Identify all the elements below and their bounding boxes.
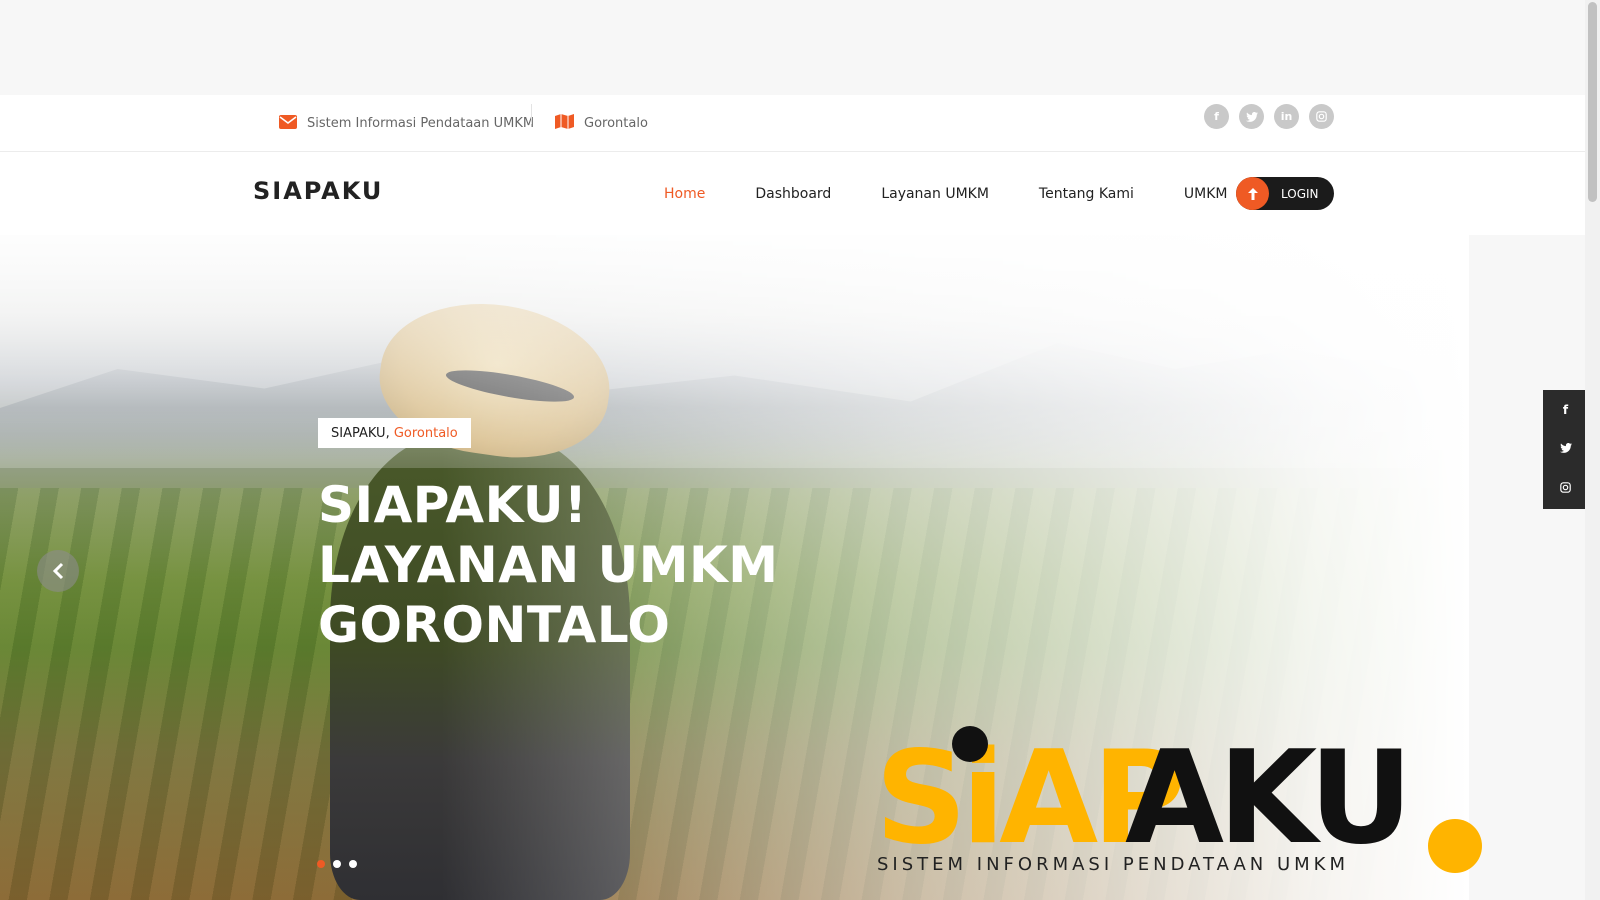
- hero-tag-accent: Gorontalo: [393, 425, 458, 441]
- facebook-icon[interactable]: f: [1563, 403, 1568, 417]
- linkedin-icon[interactable]: in: [1274, 104, 1299, 129]
- page-scrollbar[interactable]: [1585, 0, 1600, 900]
- location-info: Gorontalo: [555, 95, 648, 152]
- slider-dot[interactable]: [317, 860, 325, 868]
- top-banner-area: [0, 0, 1585, 95]
- slider-prev-button[interactable]: [37, 550, 79, 592]
- facebook-icon[interactable]: f: [1204, 104, 1229, 129]
- nav-home[interactable]: Home: [664, 186, 705, 202]
- slider-dot[interactable]: [333, 860, 341, 868]
- hero-sky-overlay: [0, 235, 1469, 468]
- slider-dots: [317, 860, 357, 868]
- main-navbar: SIAPAKU Home Dashboard Layanan UMKM Tent…: [0, 152, 1585, 235]
- site-brand[interactable]: SIAPAKU: [253, 177, 383, 205]
- siapaku-logo: SiAP AKU SISTEM INFORMASI PENDATAAN UMKM: [875, 720, 1485, 880]
- chevron-left-icon: [52, 562, 64, 580]
- instagram-icon[interactable]: [1560, 482, 1571, 496]
- map-icon: [555, 114, 574, 133]
- arrow-up-icon: [1236, 177, 1269, 210]
- envelope-icon: [279, 114, 297, 133]
- top-info-bar: Sistem Informasi Pendataan UMKM Gorontal…: [0, 95, 1585, 152]
- hero-headline-line3: GORONTALO: [318, 596, 671, 654]
- divider: [531, 104, 532, 124]
- email-info: Sistem Informasi Pendataan UMKM: [279, 95, 534, 152]
- scrollbar-thumb[interactable]: [1588, 2, 1597, 202]
- hero-headline-line1: SIAPAKU!: [318, 476, 588, 534]
- slider-dot[interactable]: [349, 860, 357, 868]
- nav-tentang-kami[interactable]: Tentang Kami: [1039, 186, 1134, 202]
- nav-layanan-umkm[interactable]: Layanan UMKM: [881, 186, 989, 202]
- top-social-links: f in: [1204, 104, 1334, 129]
- nav-dashboard[interactable]: Dashboard: [755, 186, 831, 202]
- side-social-bar: f: [1543, 390, 1588, 509]
- hero-tag: SIAPAKU, Gorontalo: [318, 418, 471, 448]
- hero-tag-prefix: SIAPAKU,: [331, 425, 390, 441]
- twitter-icon[interactable]: [1559, 442, 1572, 456]
- svg-text:AKU: AKU: [1125, 724, 1407, 873]
- instagram-icon[interactable]: [1309, 104, 1334, 129]
- main-menu: Home Dashboard Layanan UMKM Tentang Kami…: [664, 152, 1228, 235]
- hero-headline: SIAPAKU! LAYANAN UMKM GORONTALO: [318, 475, 779, 655]
- location-info-text: Gorontalo: [584, 116, 648, 131]
- hero-headline-line2: LAYANAN UMKM: [318, 536, 779, 594]
- logo-subtitle: SISTEM INFORMASI PENDATAAN UMKM: [877, 854, 1349, 875]
- email-info-text: Sistem Informasi Pendataan UMKM: [307, 116, 535, 131]
- nav-umkm[interactable]: UMKM: [1184, 186, 1228, 202]
- login-button[interactable]: LOGIN: [1236, 177, 1334, 210]
- login-label: LOGIN: [1281, 186, 1319, 201]
- twitter-icon[interactable]: [1239, 104, 1264, 129]
